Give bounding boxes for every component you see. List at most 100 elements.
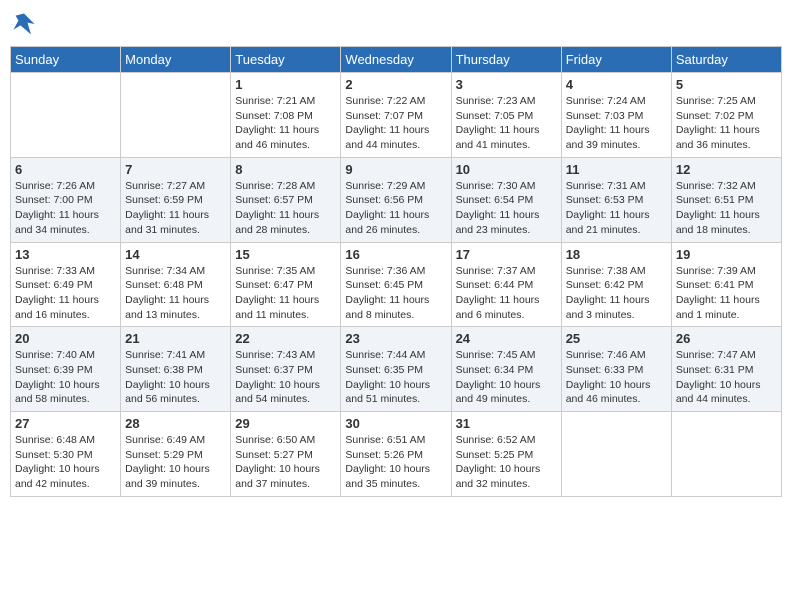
calendar-week-row: 27Sunrise: 6:48 AMSunset: 5:30 PMDayligh… — [11, 412, 782, 497]
calendar-cell: 13 Sunrise: 7:33 AMSunset: 6:49 PMDayligh… — [11, 242, 121, 327]
calendar-cell: 10 Sunrise: 7:30 AMSunset: 6:54 PMDayligh… — [451, 157, 561, 242]
day-number: 8 — [235, 162, 336, 177]
day-info: Sunrise: 7:27 AMSunset: 6:59 PMDaylight:… — [125, 179, 226, 238]
day-number: 10 — [456, 162, 557, 177]
day-info: Sunrise: 7:46 AMSunset: 6:33 PMDaylight:… — [566, 348, 667, 407]
day-info: Sunrise: 7:38 AMSunset: 6:42 PMDaylight:… — [566, 264, 667, 323]
calendar-cell: 17 Sunrise: 7:37 AMSunset: 6:44 PMDayligh… — [451, 242, 561, 327]
calendar-cell: 11 Sunrise: 7:31 AMSunset: 6:53 PMDayligh… — [561, 157, 671, 242]
day-number: 25 — [566, 331, 667, 346]
day-number: 11 — [566, 162, 667, 177]
day-number: 22 — [235, 331, 336, 346]
day-header-friday: Friday — [561, 47, 671, 73]
calendar-cell: 25 Sunrise: 7:46 AMSunset: 6:33 PMDayligh… — [561, 327, 671, 412]
day-number: 23 — [345, 331, 446, 346]
day-header-thursday: Thursday — [451, 47, 561, 73]
day-info: Sunrise: 7:29 AMSunset: 6:56 PMDaylight:… — [345, 179, 446, 238]
day-info: Sunrise: 7:26 AMSunset: 7:00 PMDaylight:… — [15, 179, 116, 238]
day-info: Sunrise: 7:32 AMSunset: 6:51 PMDaylight:… — [676, 179, 777, 238]
day-info: Sunrise: 6:50 AMSunset: 5:27 PMDaylight:… — [235, 433, 336, 492]
day-info: Sunrise: 7:33 AMSunset: 6:49 PMDaylight:… — [15, 264, 116, 323]
calendar-header-row: SundayMondayTuesdayWednesdayThursdayFrid… — [11, 47, 782, 73]
calendar-week-row: 1 Sunrise: 7:21 AMSunset: 7:08 PMDaylight… — [11, 73, 782, 158]
day-info: Sunrise: 7:21 AMSunset: 7:08 PMDaylight:… — [235, 94, 336, 153]
day-number: 26 — [676, 331, 777, 346]
calendar-cell — [561, 412, 671, 497]
day-info: Sunrise: 7:47 AMSunset: 6:31 PMDaylight:… — [676, 348, 777, 407]
day-number: 18 — [566, 247, 667, 262]
calendar-cell: 9 Sunrise: 7:29 AMSunset: 6:56 PMDaylight… — [341, 157, 451, 242]
calendar-cell — [121, 73, 231, 158]
calendar-cell: 27Sunrise: 6:48 AMSunset: 5:30 PMDayligh… — [11, 412, 121, 497]
day-number: 16 — [345, 247, 446, 262]
day-number: 6 — [15, 162, 116, 177]
calendar-cell: 24Sunrise: 7:45 AMSunset: 6:34 PMDayligh… — [451, 327, 561, 412]
day-info: Sunrise: 7:43 AMSunset: 6:37 PMDaylight:… — [235, 348, 336, 407]
day-number: 7 — [125, 162, 226, 177]
calendar-cell — [11, 73, 121, 158]
day-number: 21 — [125, 331, 226, 346]
day-number: 12 — [676, 162, 777, 177]
calendar-cell: 7 Sunrise: 7:27 AMSunset: 6:59 PMDaylight… — [121, 157, 231, 242]
calendar-cell: 4Sunrise: 7:24 AMSunset: 7:03 PMDaylight… — [561, 73, 671, 158]
day-info: Sunrise: 7:31 AMSunset: 6:53 PMDaylight:… — [566, 179, 667, 238]
day-info: Sunrise: 7:37 AMSunset: 6:44 PMDaylight:… — [456, 264, 557, 323]
day-number: 15 — [235, 247, 336, 262]
day-header-tuesday: Tuesday — [231, 47, 341, 73]
logo-bird-icon — [10, 10, 38, 38]
day-header-monday: Monday — [121, 47, 231, 73]
day-header-sunday: Sunday — [11, 47, 121, 73]
calendar-cell: 23 Sunrise: 7:44 AMSunset: 6:35 PMDayligh… — [341, 327, 451, 412]
day-info: Sunrise: 7:45 AMSunset: 6:34 PMDaylight:… — [456, 348, 557, 407]
day-number: 9 — [345, 162, 446, 177]
calendar-cell: 18 Sunrise: 7:38 AMSunset: 6:42 PMDayligh… — [561, 242, 671, 327]
calendar-cell: 28 Sunrise: 6:49 AMSunset: 5:29 PMDayligh… — [121, 412, 231, 497]
day-info: Sunrise: 7:30 AMSunset: 6:54 PMDaylight:… — [456, 179, 557, 238]
day-number: 1 — [235, 77, 336, 92]
day-number: 5 — [676, 77, 777, 92]
day-info: Sunrise: 6:48 AMSunset: 5:30 PMDaylight:… — [15, 433, 116, 492]
day-number: 2 — [345, 77, 446, 92]
day-info: Sunrise: 7:25 AMSunset: 7:02 PMDaylight:… — [676, 94, 777, 153]
day-info: Sunrise: 6:49 AMSunset: 5:29 PMDaylight:… — [125, 433, 226, 492]
day-info: Sunrise: 7:44 AMSunset: 6:35 PMDaylight:… — [345, 348, 446, 407]
calendar-week-row: 6 Sunrise: 7:26 AMSunset: 7:00 PMDaylight… — [11, 157, 782, 242]
calendar-cell: 8 Sunrise: 7:28 AMSunset: 6:57 PMDaylight… — [231, 157, 341, 242]
calendar-cell: 19 Sunrise: 7:39 AMSunset: 6:41 PMDayligh… — [671, 242, 781, 327]
calendar-cell: 16 Sunrise: 7:36 AMSunset: 6:45 PMDayligh… — [341, 242, 451, 327]
day-number: 29 — [235, 416, 336, 431]
calendar-cell: 22 Sunrise: 7:43 AMSunset: 6:37 PMDayligh… — [231, 327, 341, 412]
calendar-week-row: 13 Sunrise: 7:33 AMSunset: 6:49 PMDayligh… — [11, 242, 782, 327]
calendar-cell: 31 Sunrise: 6:52 AMSunset: 5:25 PMDayligh… — [451, 412, 561, 497]
day-info: Sunrise: 6:51 AMSunset: 5:26 PMDaylight:… — [345, 433, 446, 492]
day-number: 20 — [15, 331, 116, 346]
day-info: Sunrise: 7:40 AMSunset: 6:39 PMDaylight:… — [15, 348, 116, 407]
day-number: 3 — [456, 77, 557, 92]
day-number: 17 — [456, 247, 557, 262]
calendar-cell: 21 Sunrise: 7:41 AMSunset: 6:38 PMDayligh… — [121, 327, 231, 412]
calendar-cell: 3Sunrise: 7:23 AMSunset: 7:05 PMDaylight… — [451, 73, 561, 158]
calendar-week-row: 20 Sunrise: 7:40 AMSunset: 6:39 PMDayligh… — [11, 327, 782, 412]
day-number: 31 — [456, 416, 557, 431]
day-header-saturday: Saturday — [671, 47, 781, 73]
calendar-cell: 5 Sunrise: 7:25 AMSunset: 7:02 PMDaylight… — [671, 73, 781, 158]
day-number: 13 — [15, 247, 116, 262]
calendar-cell: 15 Sunrise: 7:35 AMSunset: 6:47 PMDayligh… — [231, 242, 341, 327]
calendar-cell: 14Sunrise: 7:34 AMSunset: 6:48 PMDayligh… — [121, 242, 231, 327]
day-info: Sunrise: 6:52 AMSunset: 5:25 PMDaylight:… — [456, 433, 557, 492]
logo — [10, 10, 42, 38]
calendar-table: SundayMondayTuesdayWednesdayThursdayFrid… — [10, 46, 782, 497]
day-info: Sunrise: 7:39 AMSunset: 6:41 PMDaylight:… — [676, 264, 777, 323]
calendar-cell: 6 Sunrise: 7:26 AMSunset: 7:00 PMDaylight… — [11, 157, 121, 242]
calendar-cell — [671, 412, 781, 497]
day-info: Sunrise: 7:24 AMSunset: 7:03 PMDaylight:… — [566, 94, 667, 153]
day-number: 19 — [676, 247, 777, 262]
day-number: 14 — [125, 247, 226, 262]
calendar-cell: 2Sunrise: 7:22 AMSunset: 7:07 PMDaylight… — [341, 73, 451, 158]
day-info: Sunrise: 7:28 AMSunset: 6:57 PMDaylight:… — [235, 179, 336, 238]
day-info: Sunrise: 7:41 AMSunset: 6:38 PMDaylight:… — [125, 348, 226, 407]
day-number: 28 — [125, 416, 226, 431]
day-info: Sunrise: 7:35 AMSunset: 6:47 PMDaylight:… — [235, 264, 336, 323]
calendar-cell: 20 Sunrise: 7:40 AMSunset: 6:39 PMDayligh… — [11, 327, 121, 412]
day-info: Sunrise: 7:36 AMSunset: 6:45 PMDaylight:… — [345, 264, 446, 323]
